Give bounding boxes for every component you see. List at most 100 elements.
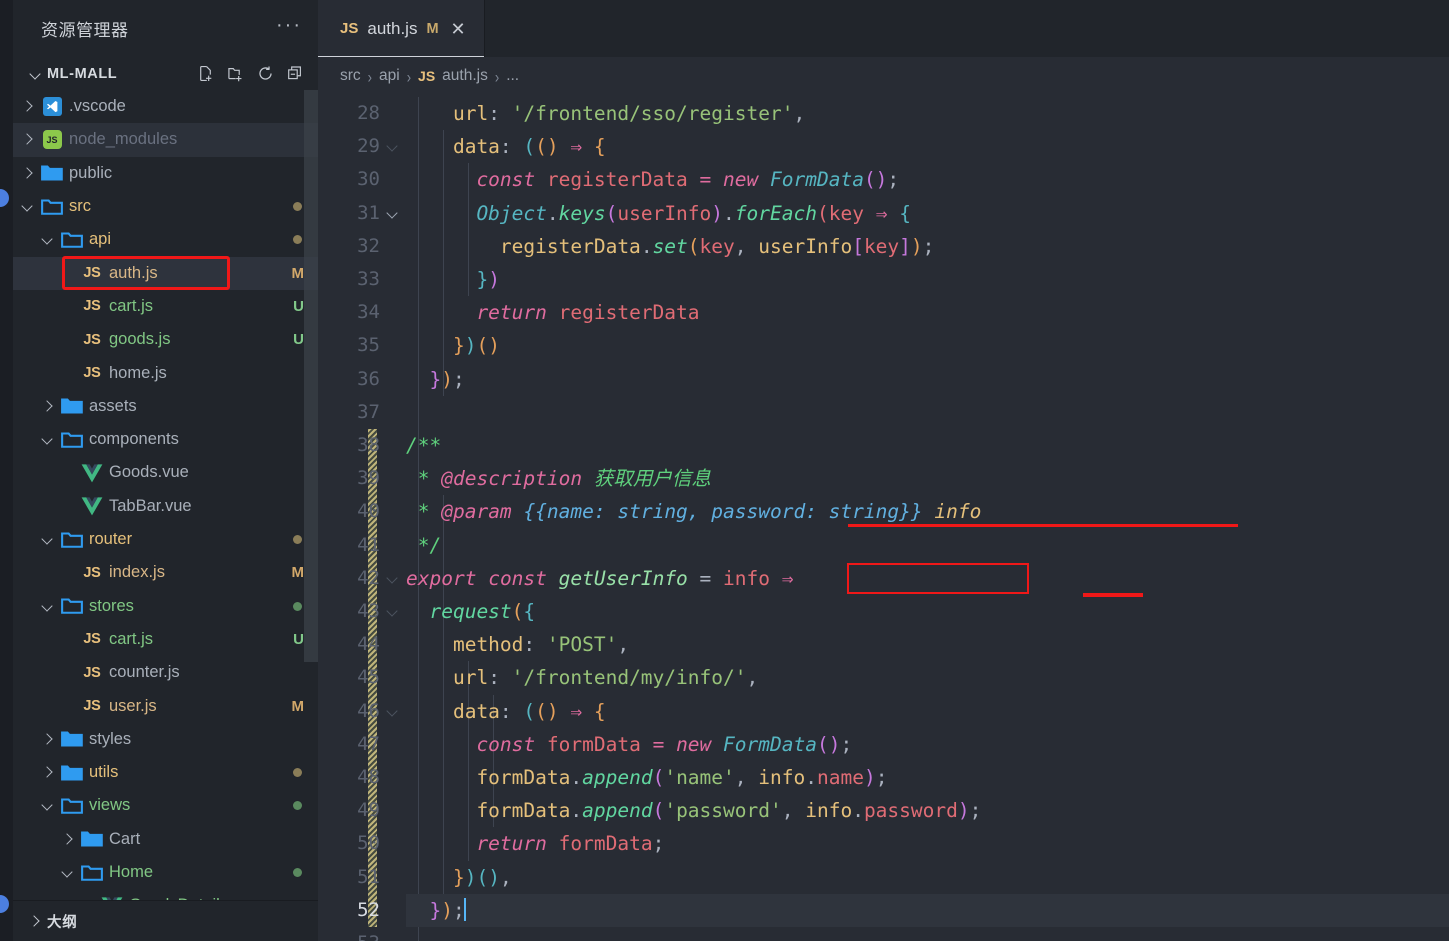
code-line[interactable]: const registerData = new FormData();: [406, 163, 1449, 196]
file-tree-container[interactable]: .vscode JS node_modules public src api JS auth.…: [13, 90, 318, 900]
collapse-all-icon[interactable]: [287, 65, 304, 82]
tree-item-counter-js[interactable]: JS counter.js: [13, 656, 318, 689]
fold-chevron-icon[interactable]: [386, 603, 402, 619]
tree-item-index-js[interactable]: JS index.js M: [13, 556, 318, 589]
explorer-actions: [197, 65, 308, 82]
chevron-right-icon[interactable]: [39, 756, 59, 789]
git-status-dot: [293, 202, 302, 212]
fold-chevron-icon[interactable]: [386, 703, 402, 719]
chevron-down-icon[interactable]: [39, 590, 59, 623]
sidebar-scrollbar[interactable]: [304, 90, 318, 662]
breadcrumb-item-api[interactable]: api: [379, 67, 400, 85]
code-line[interactable]: formData.append('password', info.passwor…: [406, 794, 1449, 827]
code-line[interactable]: url: '/frontend/sso/register',: [406, 97, 1449, 130]
new-file-icon[interactable]: [197, 65, 214, 82]
tree-item-components[interactable]: components: [13, 423, 318, 456]
code-line[interactable]: })(): [406, 329, 1449, 362]
tree-item-cart[interactable]: Cart: [13, 823, 318, 856]
tree-item-goods-js[interactable]: JS goods.js U: [13, 323, 318, 356]
code-line[interactable]: */: [406, 529, 1449, 562]
tree-item-home-js[interactable]: JS home.js: [13, 356, 318, 389]
line-number: 43: [357, 600, 380, 622]
tree-item-styles[interactable]: styles: [13, 723, 318, 756]
code-line[interactable]: data: (() ⇒ {: [406, 695, 1449, 728]
code-line[interactable]: })(),: [406, 861, 1449, 894]
tree-item-node-modules[interactable]: JS node_modules: [13, 123, 318, 157]
code-line[interactable]: data: (() ⇒ {: [406, 130, 1449, 163]
tree-item-label: components: [89, 430, 179, 449]
project-root-row[interactable]: ML-MALL: [13, 57, 318, 90]
code-editor[interactable]: 28 url: '/frontend/sso/register', 29 data…: [318, 95, 1449, 941]
activity-badge-icon[interactable]: [0, 189, 9, 207]
ellipsis-icon[interactable]: ···: [276, 15, 302, 37]
chevron-down-icon[interactable]: [39, 789, 59, 822]
chevron-right-icon[interactable]: [19, 90, 39, 123]
tree-item-tabbar-vue[interactable]: TabBar.vue: [13, 490, 318, 523]
code-line[interactable]: request({: [406, 595, 1449, 628]
fold-chevron-icon[interactable]: [386, 570, 402, 586]
node-modules-icon: JS: [39, 130, 65, 150]
tree-item-goods-vue[interactable]: Goods.vue: [13, 456, 318, 489]
tree-item-cart-js[interactable]: JS cart.js U: [13, 623, 318, 656]
tree-item-home[interactable]: Home: [13, 856, 318, 889]
code-line[interactable]: const formData = new FormData();: [406, 728, 1449, 761]
code-line[interactable]: return formData;: [406, 827, 1449, 860]
tree-item-router[interactable]: router: [13, 523, 318, 556]
activity-badge-bottom-icon[interactable]: [0, 895, 9, 913]
breadcrumb-item-symbol[interactable]: ...: [506, 67, 519, 85]
tab-auth-js[interactable]: JS auth.js M ✕: [318, 0, 485, 57]
code-line[interactable]: Object.keys(userInfo).forEach(key ⇒ {: [406, 197, 1449, 230]
tree-item-assets[interactable]: assets: [13, 390, 318, 423]
code-line[interactable]: * @description 获取用户信息: [406, 462, 1449, 495]
code-line[interactable]: formData.append('name', info.name);: [406, 761, 1449, 794]
chevron-right-icon[interactable]: [39, 390, 59, 423]
fold-chevron-icon[interactable]: [386, 138, 402, 154]
code-line[interactable]: });: [406, 894, 1449, 927]
tree-item-label: node_modules: [69, 130, 178, 149]
chevron-down-icon[interactable]: [19, 190, 39, 223]
chevron-right-icon[interactable]: [59, 823, 79, 856]
new-folder-icon[interactable]: [227, 65, 244, 82]
code-line[interactable]: /**: [406, 429, 1449, 462]
breadcrumb-item-src[interactable]: src: [340, 67, 361, 85]
chevron-down-icon[interactable]: [59, 856, 79, 889]
breadcrumb-item-file[interactable]: auth.js: [442, 67, 488, 85]
outline-section[interactable]: 大纲: [13, 900, 318, 941]
code-line[interactable]: registerData.set(key, userInfo[key]);: [406, 230, 1449, 263]
chevron-down-icon[interactable]: [39, 223, 59, 256]
fold-chevron-icon[interactable]: [386, 205, 402, 221]
tree-item-cart-js[interactable]: JS cart.js U: [13, 290, 318, 323]
refresh-icon[interactable]: [257, 65, 274, 82]
chevron-down-icon[interactable]: [39, 523, 59, 556]
activity-bar[interactable]: [0, 0, 13, 941]
chevron-right-icon: ›: [367, 66, 373, 86]
close-icon[interactable]: ✕: [448, 18, 469, 40]
line-number: 37: [357, 400, 380, 423]
tree-item-views[interactable]: views: [13, 789, 318, 822]
chevron-right-icon[interactable]: [19, 157, 39, 190]
getuserinfo-box: [847, 562, 1029, 594]
code-line[interactable]: method: 'POST',: [406, 628, 1449, 661]
chevron-down-icon[interactable]: [39, 423, 59, 456]
tree-item-utils[interactable]: utils: [13, 756, 318, 789]
tree-item-api[interactable]: api: [13, 223, 318, 256]
chevron-right-icon[interactable]: [27, 912, 45, 930]
tree-item--vscode[interactable]: .vscode: [13, 90, 318, 123]
code-line[interactable]: });: [406, 363, 1449, 396]
code-line[interactable]: url: '/frontend/my/info/',: [406, 661, 1449, 694]
tree-item-user-js[interactable]: JS user.js M: [13, 689, 318, 722]
chevron-down-icon[interactable]: [27, 65, 45, 83]
tree-item-goodsdetail-v---[interactable]: GoodsDetail.v... U: [13, 889, 318, 900]
git-status-dot: [293, 868, 302, 878]
tree-item-public[interactable]: public: [13, 157, 318, 190]
chevron-right-icon[interactable]: [19, 123, 39, 156]
tree-item-stores[interactable]: stores: [13, 590, 318, 623]
folder-open-icon: [39, 194, 65, 220]
param-type-underline: [848, 524, 1238, 528]
chevron-right-icon[interactable]: [39, 723, 59, 756]
tree-item-auth-js[interactable]: JS auth.js M: [13, 256, 318, 290]
code-line[interactable]: }): [406, 263, 1449, 296]
code-line[interactable]: return registerData: [406, 296, 1449, 329]
tree-item-src[interactable]: src: [13, 190, 318, 223]
